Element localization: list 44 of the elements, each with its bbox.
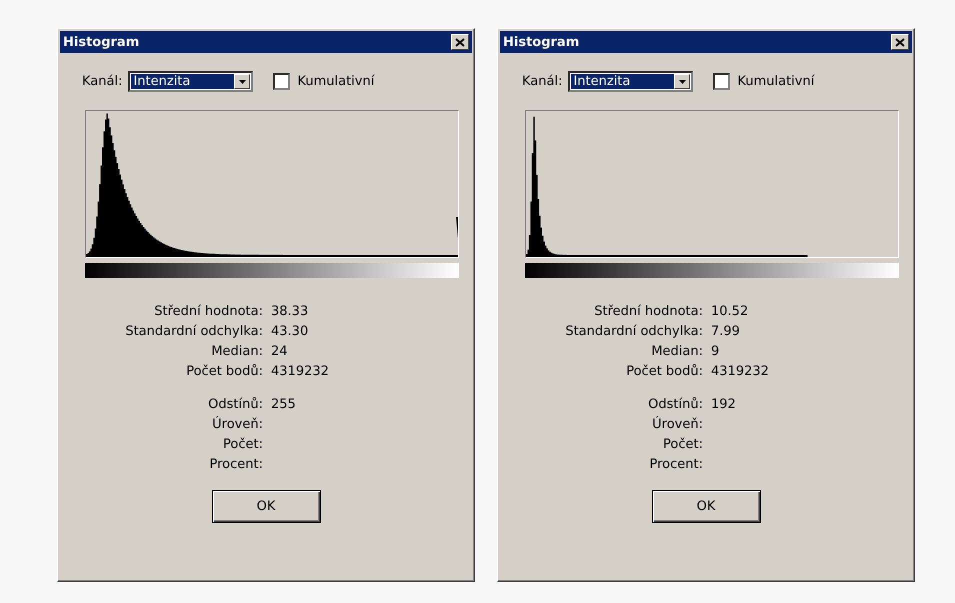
stat-value: 9 xyxy=(711,344,720,359)
stat-label: Úroveň: xyxy=(651,417,703,432)
dropdown-arrow-icon xyxy=(238,80,246,84)
channel-label: Kanál: xyxy=(82,74,122,89)
stat-value: 10.52 xyxy=(711,304,750,319)
stat-value: 4319232 xyxy=(711,364,770,379)
channel-dropdown[interactable]: Intenzita xyxy=(128,71,254,92)
stat-label: Střední hodnota: xyxy=(153,304,263,319)
stat-value: 43.30 xyxy=(271,324,310,339)
stat-label: Procent: xyxy=(208,457,263,472)
stat-label: Median: xyxy=(210,344,263,359)
stat-label: Střední hodnota: xyxy=(593,304,703,319)
stat-label: Odstínů: xyxy=(207,397,263,412)
window-title: Histogram xyxy=(503,34,580,50)
stat-label: Median: xyxy=(650,344,703,359)
stat-label: Procent: xyxy=(648,457,703,472)
close-icon xyxy=(895,38,905,46)
cumulative-checkbox[interactable] xyxy=(273,73,290,90)
channel-dropdown[interactable]: Intenzita xyxy=(568,71,694,92)
stat-label: Počet bodů: xyxy=(625,364,703,379)
ok-button[interactable]: OK xyxy=(212,490,320,523)
close-button[interactable] xyxy=(891,34,909,50)
stat-value: 192 xyxy=(711,397,737,412)
cumulative-checkbox[interactable] xyxy=(713,73,730,90)
stat-value: 255 xyxy=(271,397,297,412)
stat-label: Počet bodů: xyxy=(185,364,263,379)
checkbox-label[interactable]: Kumulativní xyxy=(297,74,374,89)
stat-value: 24 xyxy=(271,344,289,359)
stat-value: 4319232 xyxy=(271,364,330,379)
stat-label: Počet: xyxy=(662,437,703,452)
window-title: Histogram xyxy=(63,34,140,50)
stat-label: Standardní odchylka: xyxy=(564,324,703,339)
close-icon xyxy=(455,38,465,46)
checkbox-label[interactable]: Kumulativní xyxy=(737,74,814,89)
channel-label: Kanál: xyxy=(522,74,562,89)
stat-label: Úroveň: xyxy=(211,417,263,432)
ok-button[interactable]: OK xyxy=(652,490,760,523)
stat-label: Počet: xyxy=(222,437,263,452)
stat-value: 38.33 xyxy=(271,304,310,319)
close-button[interactable] xyxy=(451,34,469,50)
stat-value: 7.99 xyxy=(711,324,741,339)
stat-label: Odstínů: xyxy=(647,397,703,412)
dropdown-arrow-icon xyxy=(678,80,686,84)
stat-label: Standardní odchylka: xyxy=(124,324,263,339)
